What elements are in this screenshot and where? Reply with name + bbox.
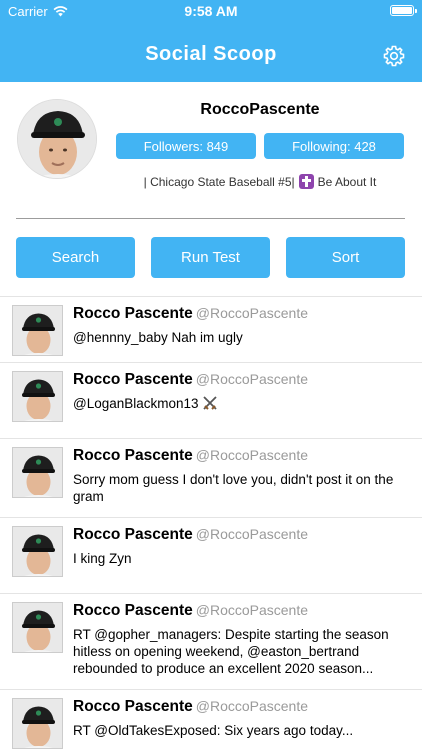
tweet-row[interactable]: Rocco Pascente @RoccoPascente @hennny_bab… <box>0 296 422 362</box>
divider <box>16 218 405 219</box>
run-test-button[interactable]: Run Test <box>151 237 270 278</box>
tweet-author-name: Rocco Pascente <box>73 305 193 322</box>
profile-bio: | Chicago State Baseball #5| Be About It <box>116 174 404 189</box>
crossed-swords-icon <box>203 396 217 410</box>
tweet-author-handle: @RoccoPascente <box>195 526 309 542</box>
search-button[interactable]: Search <box>16 237 135 278</box>
following-button[interactable]: Following: 428 <box>264 133 404 159</box>
profile-username: RoccoPascente <box>200 101 320 118</box>
tweet-author-name: Rocco Pascente <box>73 447 193 464</box>
tweet-avatar <box>12 602 63 653</box>
tweet-author-handle: @RoccoPascente <box>195 305 309 321</box>
tweet-row[interactable]: Rocco Pascente @RoccoPascente Sorry mom g… <box>0 438 422 517</box>
tweet-avatar <box>12 305 63 356</box>
tweet-author-handle: @RoccoPascente <box>195 447 309 463</box>
tweet-author-handle: @RoccoPascente <box>195 371 309 387</box>
bio-text-prefix: | Chicago State Baseball #5| <box>143 174 295 189</box>
tweet-avatar <box>12 371 63 422</box>
tweet-author-handle: @RoccoPascente <box>195 602 309 618</box>
tweet-text: @LoganBlackmon13 <box>73 395 413 412</box>
bio-text-suffix: Be About It <box>317 174 377 189</box>
tweet-avatar <box>12 698 63 749</box>
tweet-row[interactable]: Rocco Pascente @RoccoPascente RT @OldTake… <box>0 689 422 750</box>
status-bar: Carrier 9:58 AM <box>0 0 422 22</box>
tweet-text: RT @gopher_managers: Despite starting th… <box>73 627 389 676</box>
battery-icon <box>390 5 417 16</box>
tweet-author-name: Rocco Pascente <box>73 698 193 715</box>
profile-avatar <box>17 99 97 179</box>
tweet-text: @hennny_baby Nah im ugly <box>73 330 243 345</box>
page-title: Social Scoop <box>145 43 277 65</box>
tweet-author-name: Rocco Pascente <box>73 371 193 388</box>
tweet-row[interactable]: Rocco Pascente @RoccoPascente @LoganBlack… <box>0 362 422 438</box>
tweet-author-name: Rocco Pascente <box>73 602 193 619</box>
tweet-text: I king Zyn <box>73 551 132 566</box>
tweet-row[interactable]: Rocco Pascente @RoccoPascente I king Zyn <box>0 517 422 593</box>
tweet-author-handle: @RoccoPascente <box>195 698 309 714</box>
tweet-avatar <box>12 447 63 498</box>
nav-bar: Carrier 9:58 AM Social Scoop <box>0 0 422 82</box>
followers-button[interactable]: Followers: 849 <box>116 133 256 159</box>
tweet-feed[interactable]: Rocco Pascente @RoccoPascente @hennny_bab… <box>0 290 422 750</box>
tweet-row[interactable]: Rocco Pascente @RoccoPascente RT @gopher_… <box>0 593 422 689</box>
tweet-avatar <box>12 526 63 577</box>
gear-icon[interactable] <box>382 44 406 68</box>
status-time: 9:58 AM <box>184 3 238 19</box>
tweet-author-name: Rocco Pascente <box>73 526 193 543</box>
cross-icon <box>298 174 314 189</box>
sort-button[interactable]: Sort <box>286 237 405 278</box>
tweet-text: RT @OldTakesExposed: Six years ago today… <box>73 723 354 738</box>
tweet-text: Sorry mom guess I don't love you, didn't… <box>73 472 394 504</box>
